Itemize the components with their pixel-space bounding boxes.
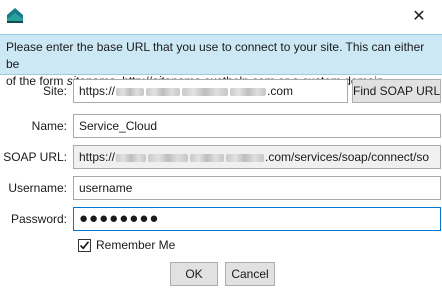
username-label: Username: bbox=[8, 181, 67, 195]
soap-url-label: SOAP URL: bbox=[3, 150, 67, 164]
remember-me-label: Remember Me bbox=[96, 238, 176, 252]
username-input[interactable]: username bbox=[73, 176, 441, 200]
redacted-text bbox=[148, 153, 189, 162]
redacted-text bbox=[146, 87, 181, 96]
password-input[interactable]: ●●●●●●●● bbox=[73, 207, 441, 231]
find-soap-url-button[interactable]: Find SOAP URL bbox=[352, 79, 441, 103]
site-row: Site: https://.com Find SOAP URL bbox=[0, 79, 442, 103]
site-label: Site: bbox=[42, 84, 67, 98]
app-logo-icon bbox=[7, 7, 23, 23]
redacted-text bbox=[230, 87, 267, 96]
name-row: Name: Service_Cloud bbox=[0, 114, 442, 138]
banner-line-1: Please enter the base URL that you use t… bbox=[6, 40, 425, 71]
redacted-text bbox=[226, 153, 265, 162]
ok-button[interactable]: OK bbox=[170, 262, 218, 286]
site-input[interactable]: https://.com bbox=[73, 79, 348, 103]
remember-me-checkbox[interactable] bbox=[78, 239, 91, 252]
redacted-text bbox=[190, 153, 225, 162]
checkmark-icon bbox=[79, 241, 90, 250]
redacted-text bbox=[182, 87, 229, 96]
username-row: Username: username bbox=[0, 176, 442, 200]
password-row: Password: ●●●●●●●● bbox=[0, 207, 442, 231]
soap-url-input[interactable]: https://.com/services/soap/connect/so bbox=[73, 145, 441, 169]
soap-url-row: SOAP URL: https://.com/services/soap/con… bbox=[0, 145, 442, 169]
close-button[interactable]: ✕ bbox=[396, 0, 442, 32]
title-bar: ✕ bbox=[0, 0, 442, 32]
redacted-text bbox=[116, 87, 145, 96]
cancel-button[interactable]: Cancel bbox=[225, 262, 275, 286]
name-input[interactable]: Service_Cloud bbox=[73, 114, 441, 138]
password-label: Password: bbox=[10, 212, 67, 226]
close-icon: ✕ bbox=[412, 8, 426, 25]
redacted-text bbox=[116, 153, 147, 162]
password-mask: ●●●●●●●● bbox=[79, 210, 160, 227]
info-banner: Please enter the base URL that you use t… bbox=[0, 34, 442, 88]
name-label: Name: bbox=[31, 119, 67, 133]
